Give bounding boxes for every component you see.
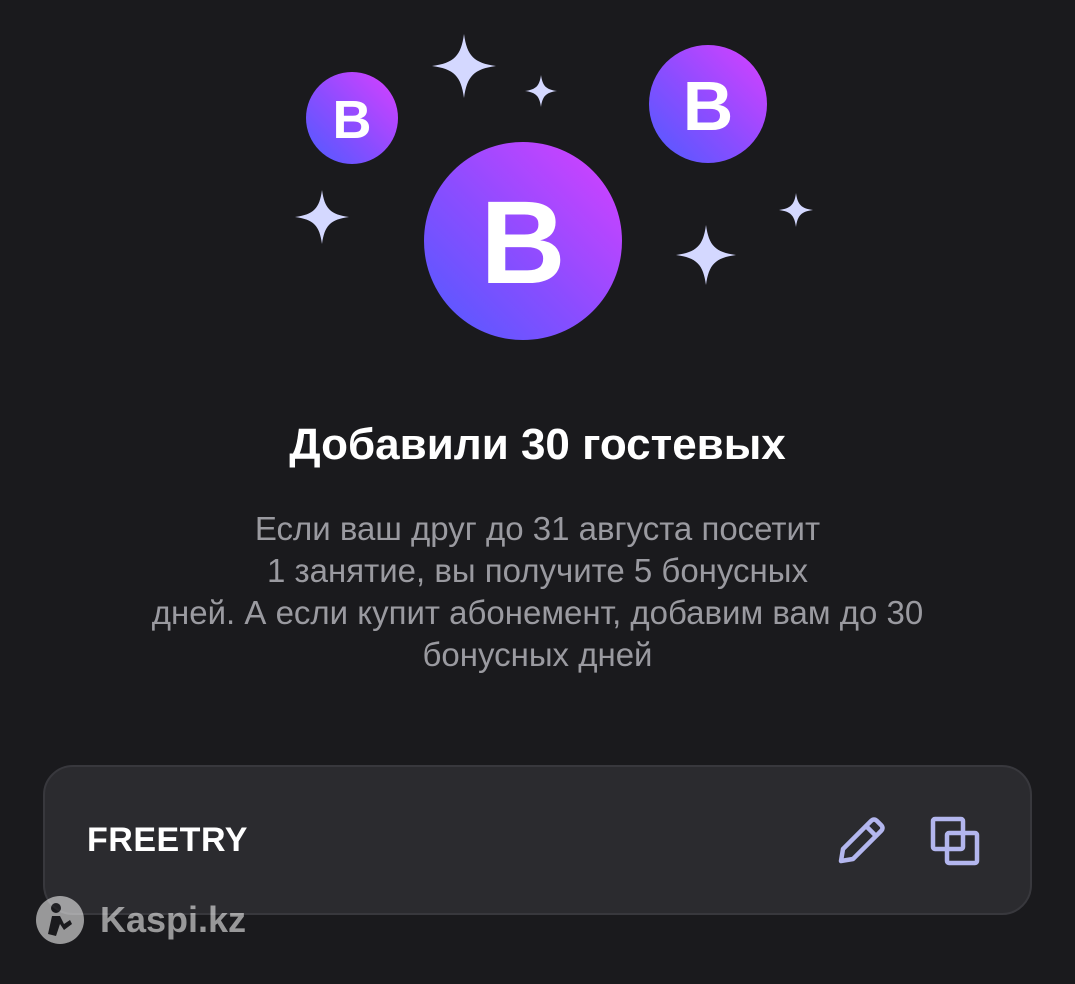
sparkle-icon	[525, 75, 557, 107]
kaspi-watermark: Kaspi.kz	[34, 893, 246, 947]
bonus-coin-icon: B	[649, 45, 767, 163]
coin-letter: B	[682, 67, 734, 145]
referral-bonus-screen: B B B Добавили 30 гостевых Если ваш друг…	[0, 0, 1075, 984]
bonus-illustration: B B B	[0, 0, 1075, 360]
description-line: дней. А если купит абонемент, добавим ва…	[151, 594, 924, 631]
edit-promo-button[interactable]	[829, 809, 893, 873]
description-line: 1 занятие, вы получите 5 бонусных	[267, 552, 808, 589]
watermark-text: Kaspi.kz	[100, 899, 247, 940]
bonus-coin-icon: B	[306, 72, 398, 164]
promo-code-text: FREETRY	[87, 821, 248, 859]
sparkle-icon	[676, 225, 736, 285]
description-text: Если ваш друг до 31 августа посетит 1 за…	[100, 508, 975, 676]
description-line: бонусных дней	[422, 636, 653, 673]
kaspi-logo-icon	[36, 896, 84, 944]
copy-promo-button[interactable]	[923, 809, 987, 873]
sparkle-icon	[779, 193, 813, 227]
description-line: Если ваш друг до 31 августа посетит	[254, 510, 821, 547]
bonus-coin-icon: B	[424, 142, 622, 340]
sparkle-icon	[432, 34, 496, 98]
coin-letter: B	[332, 90, 372, 150]
copy-icon	[930, 816, 980, 866]
coin-letter: B	[480, 177, 566, 309]
sparkle-icon	[295, 190, 349, 244]
pencil-icon	[838, 817, 885, 864]
page-title: Добавили 30 гостевых	[289, 420, 786, 469]
